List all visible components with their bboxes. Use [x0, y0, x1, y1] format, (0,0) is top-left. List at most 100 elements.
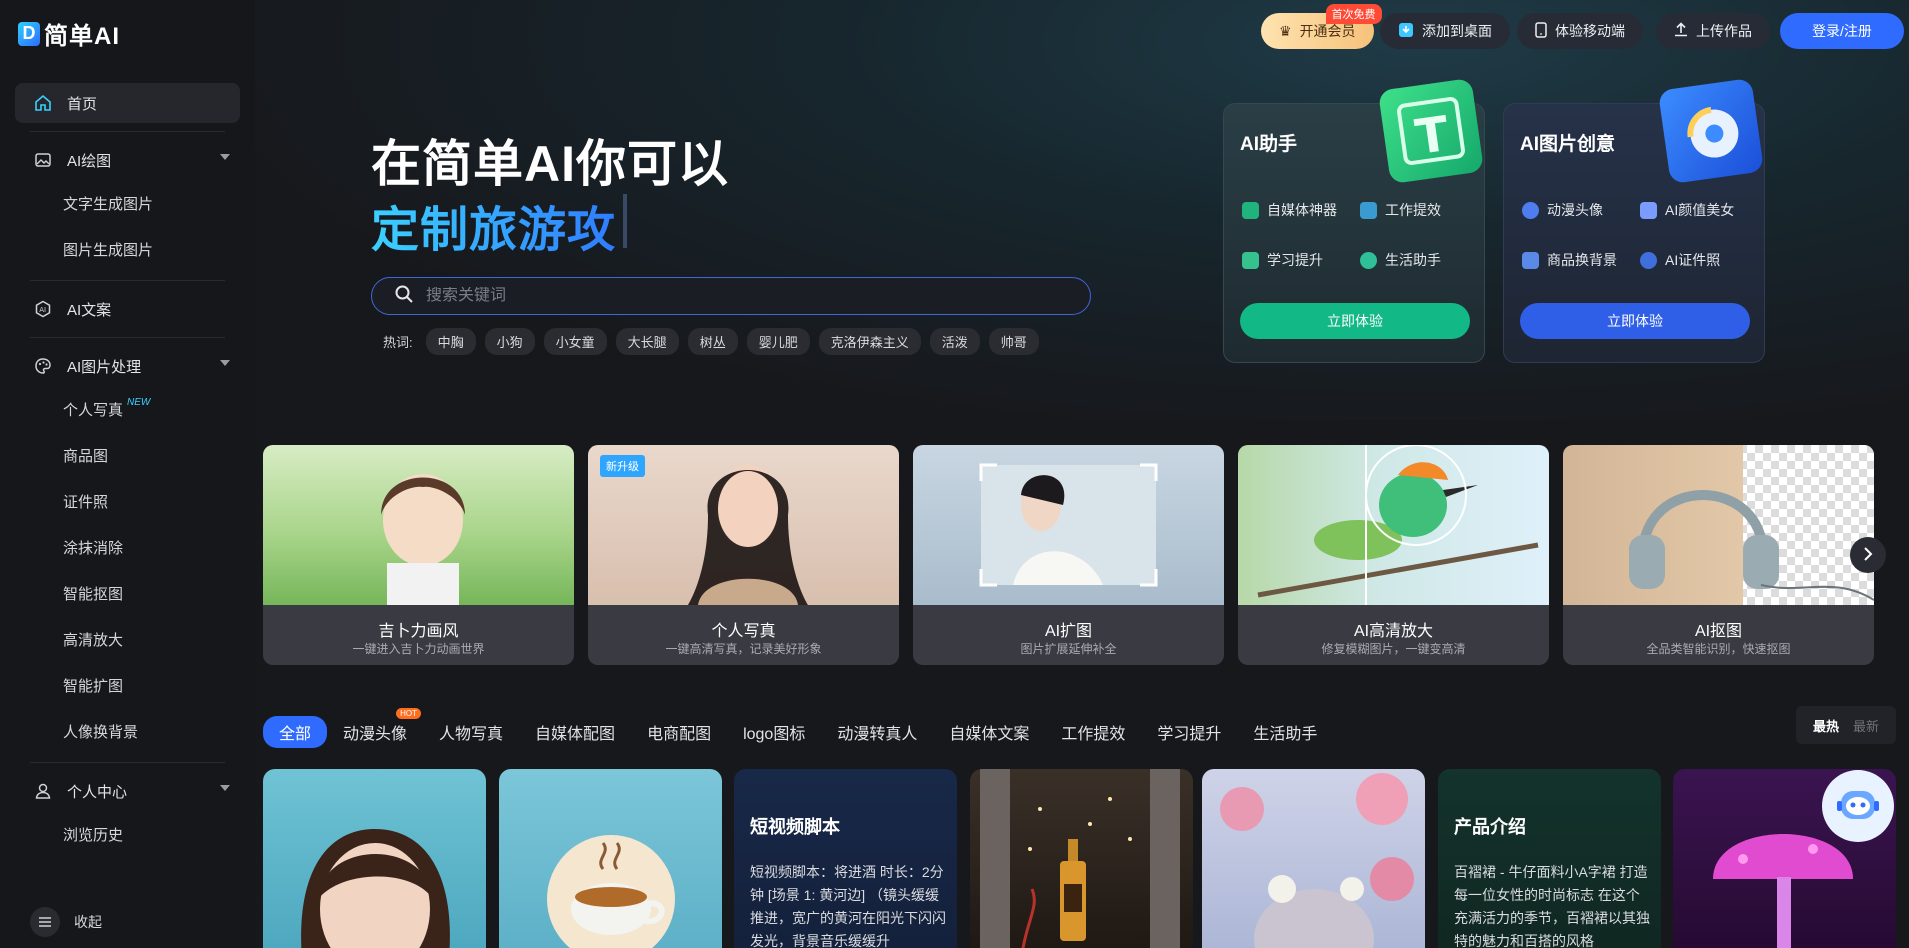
nav-sub-cutout[interactable]: 智能抠图: [15, 570, 240, 616]
svg-text:T: T: [1412, 106, 1452, 166]
feature-card-cutout[interactable]: AI抠图 全品类智能识别，快速抠图: [1563, 445, 1874, 665]
assistant-item-label: 工作提效: [1385, 202, 1441, 218]
hot-word-chip[interactable]: 活泼: [929, 328, 980, 355]
assistant-item[interactable]: 生活助手: [1360, 250, 1478, 270]
tab-learning[interactable]: 学习提升: [1141, 716, 1237, 748]
hot-word-chip[interactable]: 树丛: [687, 328, 738, 355]
nav-sub-background[interactable]: 人像换背景: [15, 708, 240, 754]
mobile-label: 体验移动端: [1555, 23, 1625, 39]
tab-portrait[interactable]: 人物写真: [423, 716, 519, 748]
mobile-button[interactable]: 体验移动端: [1517, 13, 1643, 49]
nav-sub-upscale[interactable]: 高清放大: [15, 616, 240, 662]
feature-image: [263, 445, 574, 605]
nav-ai-draw[interactable]: AI绘图: [15, 140, 240, 180]
ai-creative-card: AI图片创意 动漫头像 AI颜值美女 商品换背景 AI证件照 立即体验: [1503, 77, 1765, 363]
assistant-item[interactable]: 学习提升: [1242, 250, 1360, 270]
chevron-down-icon[interactable]: [220, 154, 230, 160]
feature-desc: 一键进入吉卜力动画世界: [352, 642, 485, 656]
nav-ai-copy[interactable]: AI AI文案: [15, 289, 240, 329]
brand-logo[interactable]: D 简单AI: [18, 16, 120, 51]
nav-divider: [30, 280, 225, 281]
creative-item[interactable]: 动漫头像: [1522, 200, 1640, 220]
collapse-button[interactable]: 收起: [30, 907, 102, 937]
sort-hot[interactable]: 最热: [1813, 716, 1839, 735]
chevron-down-icon[interactable]: [220, 785, 230, 791]
assistant-bot-button[interactable]: [1822, 770, 1894, 842]
sidebar: D 简单AI 首页 AI绘图 文字生成图片 图片生成图片 AI AI文案 AI图…: [0, 0, 255, 948]
hero-subtitle: 定制旅游攻: [371, 190, 616, 260]
feature-card-upscale[interactable]: AI高清放大 修复模糊图片，一键变高清: [1238, 445, 1549, 665]
creative-item[interactable]: AI颜值美女: [1640, 200, 1758, 220]
tab-anime-avatar[interactable]: 动漫头像 HOT: [327, 708, 423, 748]
anime-icon: [1522, 201, 1539, 219]
hot-words-label: 热词:: [383, 335, 413, 350]
home-icon: [33, 93, 53, 113]
nav-home[interactable]: 首页: [15, 83, 240, 123]
gallery-card[interactable]: [263, 769, 486, 948]
text-tool-icon: T: [1377, 77, 1485, 185]
gallery-card[interactable]: [499, 769, 722, 948]
assistant-item[interactable]: 工作提效: [1360, 200, 1478, 220]
vip-button[interactable]: ♛ 开通会员 首次免费: [1261, 4, 1382, 49]
creative-item[interactable]: 商品换背景: [1522, 250, 1640, 270]
nav-personal[interactable]: 个人中心: [15, 771, 240, 811]
creative-item-label: AI颜值美女: [1665, 202, 1735, 218]
tab-media-image[interactable]: 自媒体配图: [519, 716, 631, 748]
tab-all[interactable]: 全部: [263, 716, 328, 748]
gallery-card[interactable]: [970, 769, 1193, 948]
nav-sub-expand[interactable]: 智能扩图: [15, 662, 240, 708]
nav-sub-id-photo[interactable]: 证件照: [15, 478, 240, 524]
tab-anime-avatar-label: 动漫头像: [343, 726, 408, 743]
hot-word-chip[interactable]: 大长腿: [615, 328, 679, 355]
hot-word-chip[interactable]: 中胸: [425, 328, 476, 355]
nav-sub-erase[interactable]: 涂抹消除: [15, 524, 240, 570]
feature-card-portrait[interactable]: 新升级 个人写真 一键高清写真，记录美好形象: [588, 445, 899, 665]
tab-anime-to-real[interactable]: 动漫转真人: [821, 716, 933, 748]
book-icon: [1242, 251, 1259, 269]
hot-word-chip[interactable]: 婴儿肥: [746, 328, 810, 355]
new-badge: NEW: [127, 396, 151, 408]
nav-ai-image[interactable]: AI图片处理: [15, 346, 240, 386]
hot-word-chip[interactable]: 帅哥: [988, 328, 1039, 355]
nav-sub-image-to-image[interactable]: 图片生成图片: [15, 226, 240, 272]
feature-title: AI扩图: [1044, 623, 1093, 640]
nav-home-label: 首页: [67, 95, 98, 113]
chevron-down-icon[interactable]: [220, 360, 230, 366]
image-icon: [33, 150, 53, 170]
creative-try-button[interactable]: 立即体验: [1520, 303, 1750, 339]
feature-card-ghibli[interactable]: 吉卜力画风 一键进入吉卜力动画世界: [263, 445, 574, 665]
tab-life[interactable]: 生活助手: [1237, 716, 1333, 748]
search-bar[interactable]: [371, 277, 1091, 315]
video-icon: [1360, 201, 1377, 219]
free-badge: 首次免费: [1325, 4, 1382, 24]
gallery-card-text: 短视频脚本：将进酒 时长：2分钟 [场景 1: 黄河边] （镜头缓缓推进，宽广的…: [750, 864, 946, 948]
nav-sub-portrait[interactable]: 个人写真 NEW: [15, 386, 240, 432]
tab-ecommerce[interactable]: 电商配图: [631, 716, 727, 748]
feature-card-expand[interactable]: AI扩图 图片扩展延伸补全: [913, 445, 1224, 665]
gallery-card[interactable]: [1202, 769, 1425, 948]
tab-logo[interactable]: logo图标: [727, 716, 821, 748]
sort-new[interactable]: 最新: [1853, 716, 1879, 735]
nav-sub-history[interactable]: 浏览历史: [15, 811, 240, 857]
hero-title: 在简单AI你可以: [371, 136, 729, 192]
upload-button[interactable]: 上传作品: [1656, 13, 1770, 49]
search-input[interactable]: [426, 287, 1026, 305]
assistant-item[interactable]: 自媒体神器: [1242, 200, 1360, 220]
chevron-right-icon: [1863, 545, 1873, 566]
tab-productivity[interactable]: 工作提效: [1045, 716, 1141, 748]
hot-word-chip[interactable]: 克洛伊森主义: [818, 328, 921, 355]
feature-desc: 修复模糊图片，一键变高清: [1321, 642, 1466, 656]
gallery-card-script[interactable]: 短视频脚本 短视频脚本：将进酒 时长：2分钟 [场景 1: 黄河边] （镜头缓缓…: [734, 769, 957, 948]
hot-word-chip[interactable]: 小狗: [484, 328, 535, 355]
add-to-desktop-button[interactable]: 添加到桌面: [1380, 13, 1510, 49]
nav-sub-text-to-image[interactable]: 文字生成图片: [15, 180, 240, 226]
nav-sub-product[interactable]: 商品图: [15, 432, 240, 478]
assistant-try-button[interactable]: 立即体验: [1240, 303, 1470, 339]
nav-divider: [30, 337, 225, 338]
login-button[interactable]: 登录/注册: [1780, 13, 1904, 49]
carousel-next-button[interactable]: [1850, 537, 1886, 573]
hot-word-chip[interactable]: 小女童: [543, 328, 607, 355]
tab-media-copy[interactable]: 自媒体文案: [933, 716, 1045, 748]
creative-item[interactable]: AI证件照: [1640, 250, 1758, 270]
gallery-card-product[interactable]: 产品介绍 百褶裙 - 牛仔面料小A字裙 打造每一位女性的时尚标志 在这个充满活力…: [1438, 769, 1661, 948]
